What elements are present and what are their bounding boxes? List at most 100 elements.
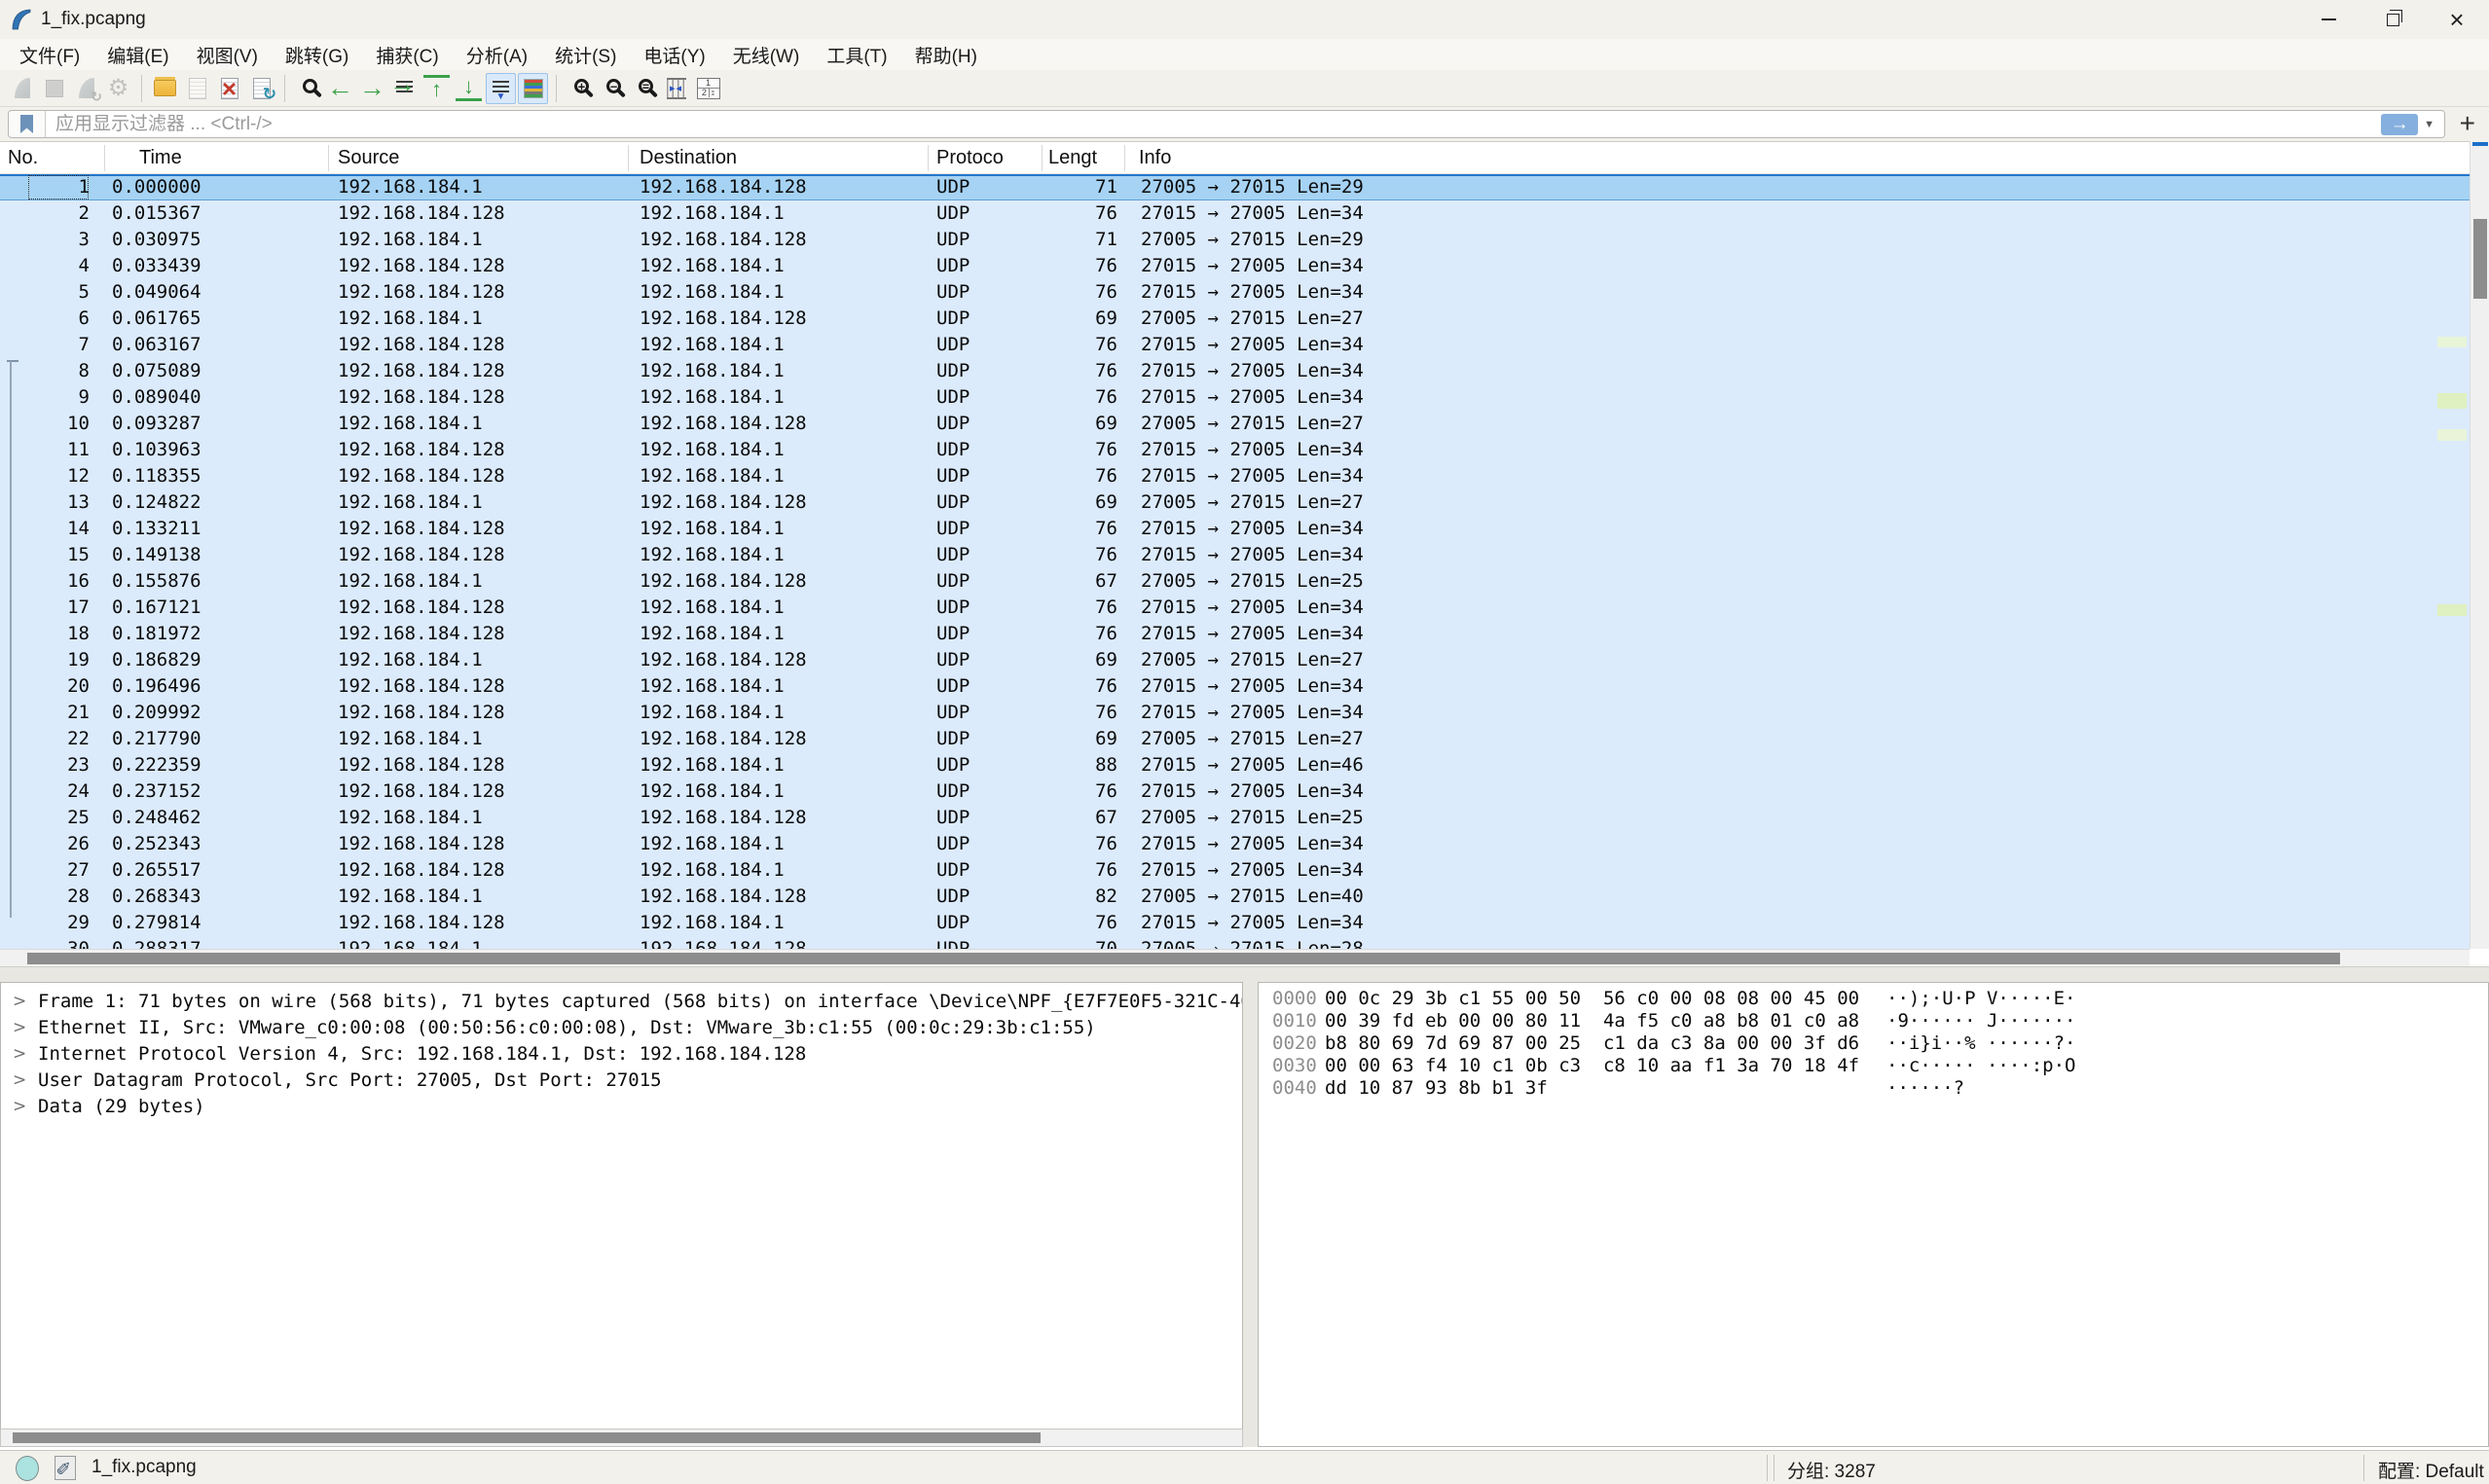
hex-row-0030[interactable]: 003000 00 63 f4 10 c1 0b c3 c8 10 aa f1 … xyxy=(1259,1055,2488,1077)
menu-item-0[interactable]: 文件(F) xyxy=(6,39,93,71)
detail-line-4[interactable]: >Data (29 bytes) xyxy=(1,1094,1242,1120)
menu-item-8[interactable]: 无线(W) xyxy=(719,39,814,71)
go-to-button[interactable]: → xyxy=(389,73,420,104)
packet-row-26[interactable]: 260.252343192.168.184.128192.168.184.1UD… xyxy=(0,831,2470,857)
packet-row-18[interactable]: 180.181972192.168.184.128192.168.184.1UD… xyxy=(0,621,2470,647)
packet-row-12[interactable]: 120.118355192.168.184.128192.168.184.1UD… xyxy=(0,463,2470,489)
zoom-out-button[interactable]: − xyxy=(597,73,627,104)
go-last-button[interactable]: ↓ xyxy=(454,73,484,104)
menu-item-2[interactable]: 视图(V) xyxy=(183,39,272,71)
zoom-in-button[interactable]: + xyxy=(565,73,595,104)
packet-row-23[interactable]: 230.222359192.168.184.128192.168.184.1UD… xyxy=(0,752,2470,778)
packet-list-vscrollbar[interactable] xyxy=(2470,141,2489,949)
packet-row-28[interactable]: 280.268343192.168.184.1192.168.184.128UD… xyxy=(0,884,2470,910)
packet-row-10[interactable]: 100.093287192.168.184.1192.168.184.128UD… xyxy=(0,411,2470,437)
packet-row-25[interactable]: 250.248462192.168.184.1192.168.184.128UD… xyxy=(0,805,2470,831)
minimize-button[interactable] xyxy=(2296,0,2361,39)
packet-row-29[interactable]: 290.279814192.168.184.128192.168.184.1UD… xyxy=(0,910,2470,936)
packet-row-5[interactable]: 50.049064192.168.184.128192.168.184.1UDP… xyxy=(0,279,2470,306)
packet-row-9[interactable]: 90.089040192.168.184.128192.168.184.1UDP… xyxy=(0,384,2470,411)
restore-button[interactable] xyxy=(2361,0,2425,39)
hex-row-0000[interactable]: 000000 0c 29 3b c1 55 00 50 56 c0 00 08 … xyxy=(1259,988,2488,1010)
hscrollbar-thumb[interactable] xyxy=(27,953,2340,964)
vertical-splitter[interactable] xyxy=(1243,982,1258,1447)
reload-file-button[interactable] xyxy=(246,73,276,104)
detail-line-2[interactable]: >Internet Protocol Version 4, Src: 192.1… xyxy=(1,1041,1242,1068)
column-header-info[interactable]: Info xyxy=(1139,142,1171,174)
close-button[interactable]: × xyxy=(2425,0,2489,39)
column-separator[interactable] xyxy=(928,145,929,171)
detail-line-1[interactable]: >Ethernet II, Src: VMware_c0:00:08 (00:5… xyxy=(1,1015,1242,1041)
column-separator[interactable] xyxy=(1042,145,1043,171)
packet-row-2[interactable]: 20.015367192.168.184.128192.168.184.1UDP… xyxy=(0,200,2470,227)
menu-item-5[interactable]: 分析(A) xyxy=(453,39,541,71)
auto-scroll-button[interactable] xyxy=(486,73,516,104)
open-file-button[interactable] xyxy=(150,73,180,104)
packet-row-21[interactable]: 210.209992192.168.184.128192.168.184.1UD… xyxy=(0,700,2470,726)
expand-chevron-icon[interactable]: > xyxy=(13,1041,26,1068)
packet-row-22[interactable]: 220.217790192.168.184.1192.168.184.128UD… xyxy=(0,726,2470,752)
hex-row-0040[interactable]: 0040dd 10 87 93 8b b1 3f······? xyxy=(1259,1077,2488,1100)
column-header-lengt[interactable]: Lengt xyxy=(1048,142,1097,174)
column-separator[interactable] xyxy=(104,145,105,171)
expand-chevron-icon[interactable]: > xyxy=(13,989,26,1015)
column-separator[interactable] xyxy=(1124,145,1125,171)
detail-line-3[interactable]: >User Datagram Protocol, Src Port: 27005… xyxy=(1,1068,1242,1094)
apply-filter-button[interactable]: → xyxy=(2381,114,2418,135)
filter-bookmark-button[interactable] xyxy=(9,111,46,137)
packet-row-4[interactable]: 40.033439192.168.184.128192.168.184.1UDP… xyxy=(0,253,2470,279)
packet-row-11[interactable]: 110.103963192.168.184.128192.168.184.1UD… xyxy=(0,437,2470,463)
menu-item-3[interactable]: 跳转(G) xyxy=(272,39,362,71)
packet-row-20[interactable]: 200.196496192.168.184.128192.168.184.1UD… xyxy=(0,673,2470,700)
column-header-no[interactable]: No. xyxy=(8,142,38,174)
go-forward-button[interactable]: → xyxy=(357,73,387,104)
status-profile[interactable]: 配置: Default xyxy=(2378,1457,2484,1483)
packet-row-19[interactable]: 190.186829192.168.184.1192.168.184.128UD… xyxy=(0,647,2470,673)
expand-chevron-icon[interactable]: > xyxy=(13,1015,26,1041)
go-first-button[interactable]: ↑ xyxy=(421,73,452,104)
packet-row-17[interactable]: 170.167121192.168.184.128192.168.184.1UD… xyxy=(0,595,2470,621)
packet-row-16[interactable]: 160.155876192.168.184.1192.168.184.128UD… xyxy=(0,568,2470,595)
packet-row-27[interactable]: 270.265517192.168.184.128192.168.184.1UD… xyxy=(0,857,2470,884)
horizontal-splitter[interactable] xyxy=(0,966,2489,982)
close-file-button[interactable] xyxy=(214,73,244,104)
packet-list-hscrollbar[interactable] xyxy=(0,949,2470,966)
capture-comment-icon[interactable] xyxy=(55,1456,76,1480)
column-header-protoco[interactable]: Protoco xyxy=(936,142,1004,174)
menu-item-9[interactable]: 工具(T) xyxy=(813,39,900,71)
column-header-source[interactable]: Source xyxy=(338,142,399,174)
packet-row-24[interactable]: 240.237152192.168.184.128192.168.184.1UD… xyxy=(0,778,2470,805)
filter-dropdown-caret-icon[interactable]: ▼ xyxy=(2424,119,2434,130)
hex-row-0020[interactable]: 0020b8 80 69 7d 69 87 00 25 c1 da c3 8a … xyxy=(1259,1032,2488,1055)
menu-item-1[interactable]: 编辑(E) xyxy=(93,39,182,71)
vscrollbar-thumb[interactable] xyxy=(2473,219,2487,299)
colorize-button[interactable] xyxy=(518,73,548,104)
hex-row-0010[interactable]: 001000 39 fd eb 00 00 80 11 4a f5 c0 a8 … xyxy=(1259,1010,2488,1032)
menu-item-6[interactable]: 统计(S) xyxy=(541,39,630,71)
display-filter-input[interactable] xyxy=(46,114,2381,135)
packet-row-8[interactable]: 80.075089192.168.184.128192.168.184.1UDP… xyxy=(0,358,2470,384)
add-filter-button[interactable]: + xyxy=(2460,108,2475,139)
packet-row-13[interactable]: 130.124822192.168.184.1192.168.184.128UD… xyxy=(0,489,2470,516)
column-header-destination[interactable]: Destination xyxy=(640,142,737,174)
expand-chevron-icon[interactable]: > xyxy=(13,1094,26,1120)
packet-row-1[interactable]: 10.000000192.168.184.1192.168.184.128UDP… xyxy=(0,174,2470,200)
packet-row-3[interactable]: 30.030975192.168.184.1192.168.184.128UDP… xyxy=(0,227,2470,253)
zoom-11-button[interactable]: = xyxy=(629,73,659,104)
expand-chevron-icon[interactable]: > xyxy=(13,1068,26,1094)
packet-row-6[interactable]: 60.061765192.168.184.1192.168.184.128UDP… xyxy=(0,306,2470,332)
packet-row-14[interactable]: 140.133211192.168.184.128192.168.184.1UD… xyxy=(0,516,2470,542)
packet-row-7[interactable]: 70.063167192.168.184.128192.168.184.1UDP… xyxy=(0,332,2470,358)
expert-info-icon[interactable] xyxy=(16,1456,39,1481)
go-back-button[interactable]: ← xyxy=(325,73,355,104)
find-packet-button[interactable] xyxy=(293,73,323,104)
column-header-time[interactable]: Time xyxy=(139,142,182,174)
resize-cols-button[interactable] xyxy=(661,73,691,104)
layout-button[interactable] xyxy=(693,73,723,104)
detail-line-0[interactable]: >Frame 1: 71 bytes on wire (568 bits), 7… xyxy=(1,989,1242,1015)
packet-row-15[interactable]: 150.149138192.168.184.128192.168.184.1UD… xyxy=(0,542,2470,568)
menu-item-7[interactable]: 电话(Y) xyxy=(630,39,718,71)
column-separator[interactable] xyxy=(328,145,329,171)
details-hscrollbar-thumb[interactable] xyxy=(13,1432,1041,1443)
packet-row-30[interactable]: 300.288317192.168.184.1192.168.184.128UD… xyxy=(0,936,2470,949)
